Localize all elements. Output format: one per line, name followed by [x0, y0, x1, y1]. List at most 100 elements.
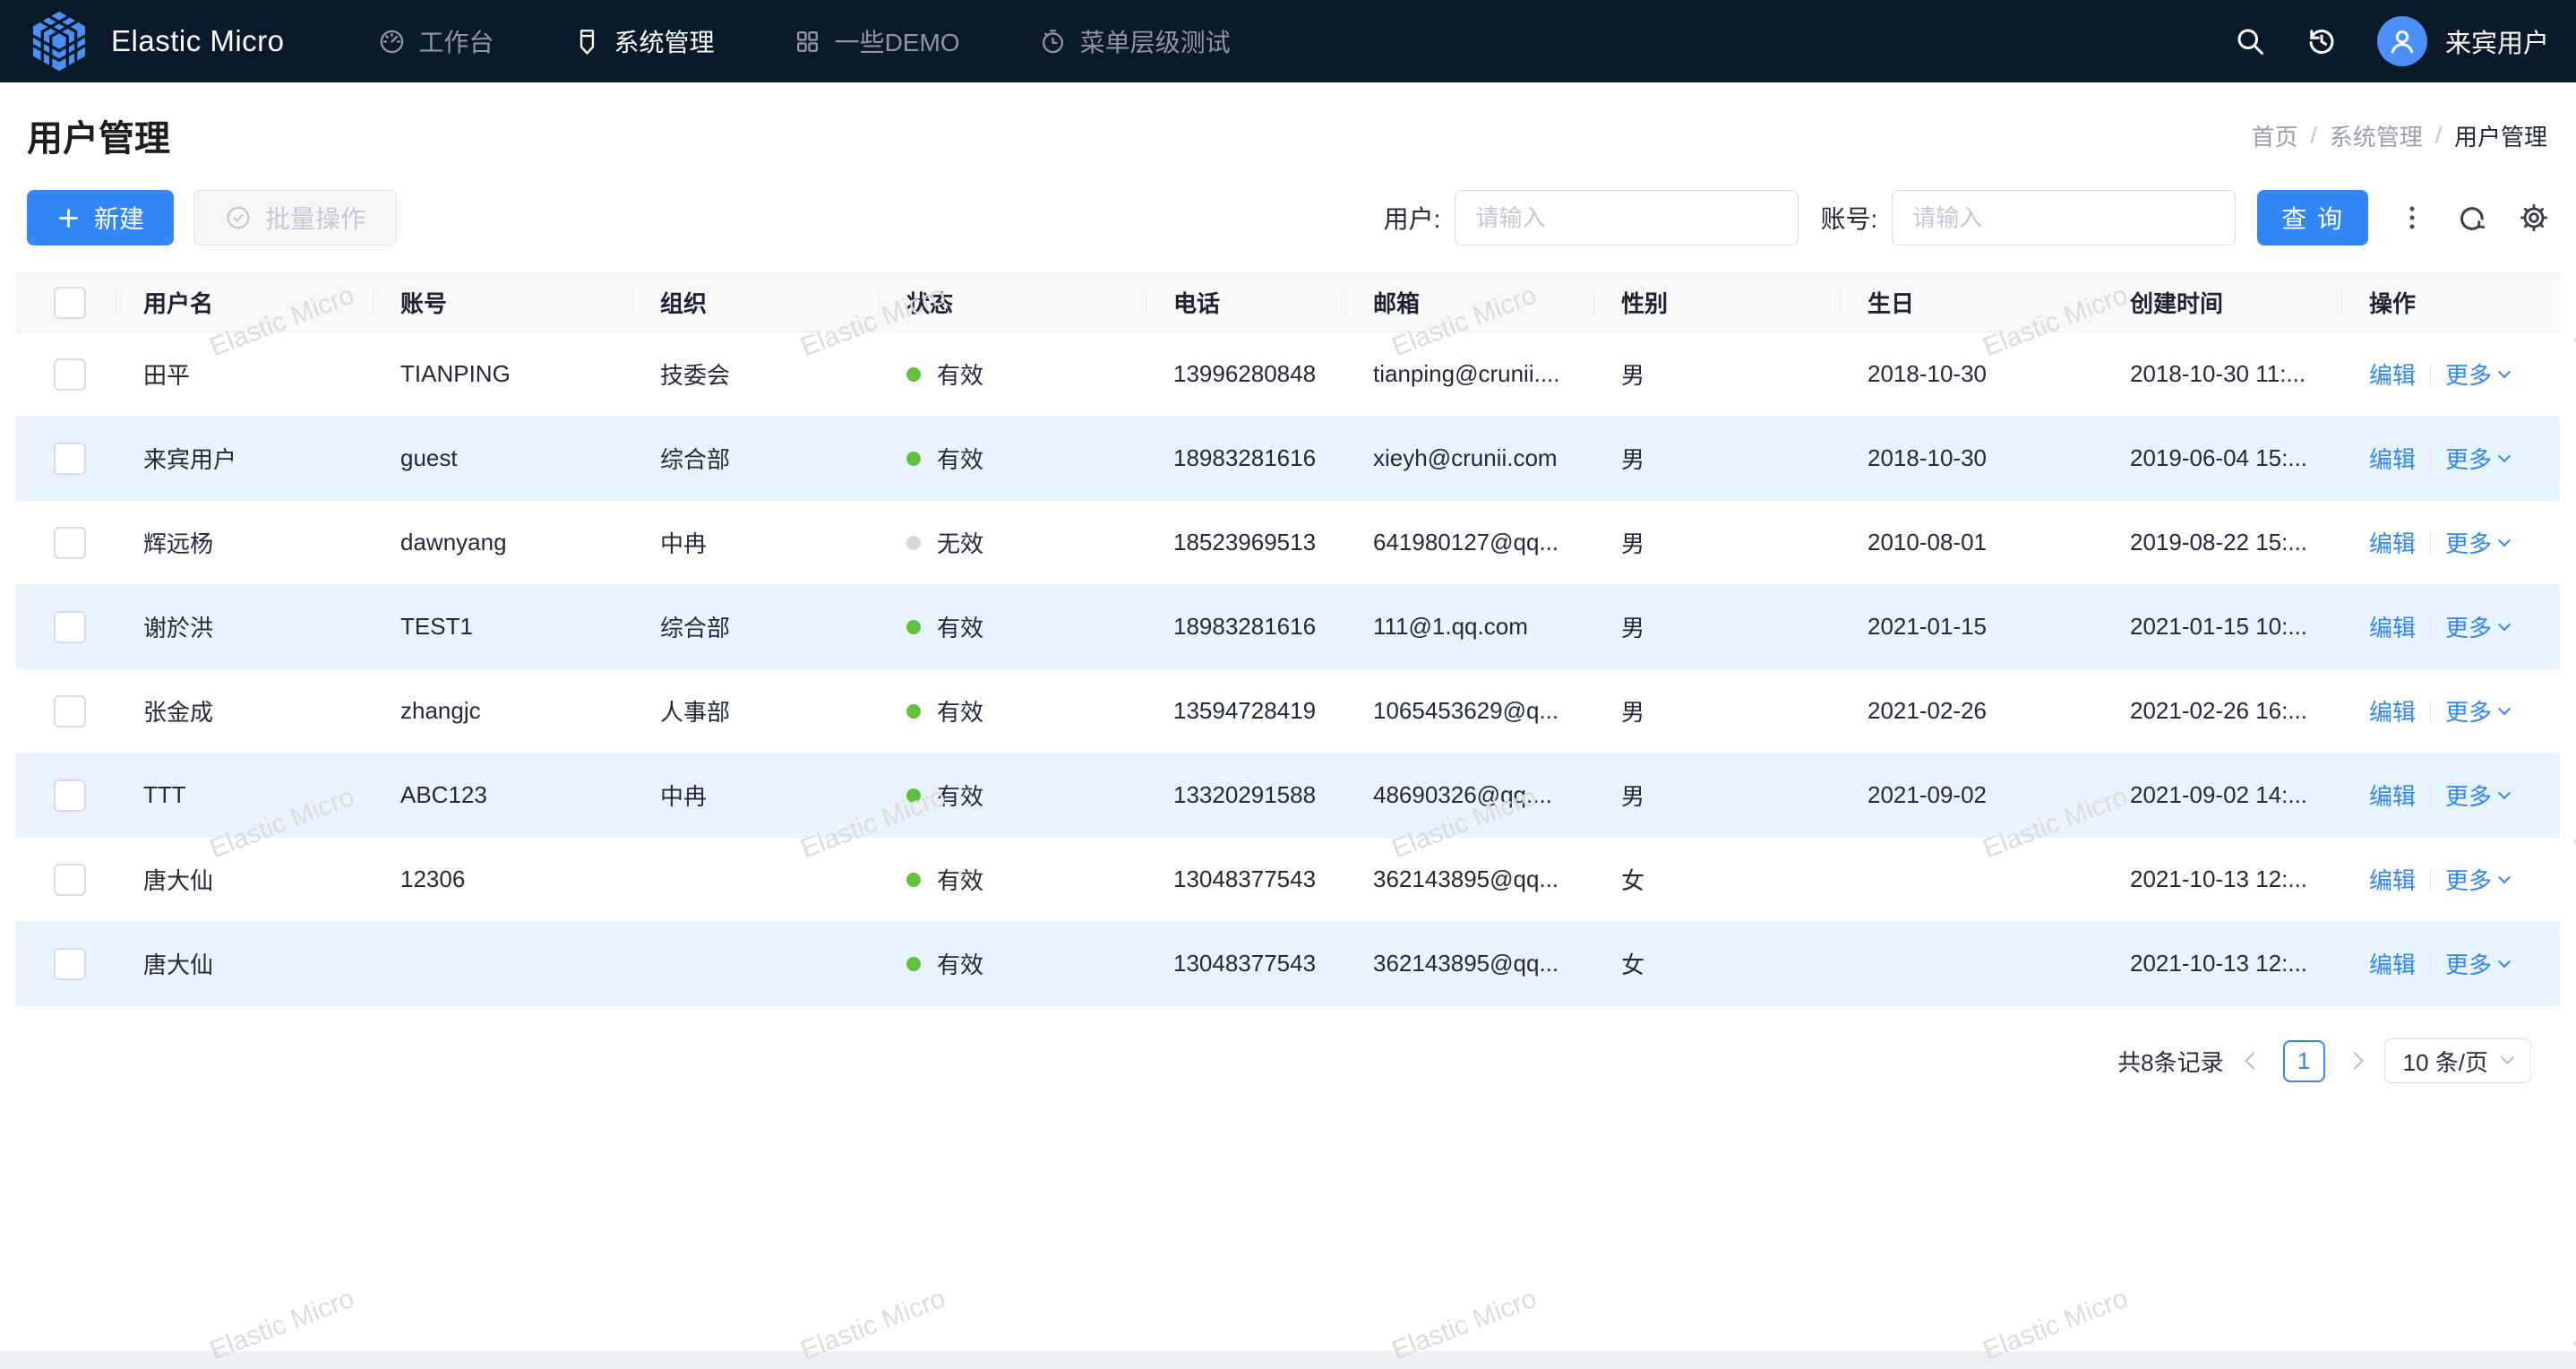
more-dropdown-link[interactable]: 更多: [2445, 947, 2509, 980]
refresh-icon[interactable]: [2458, 202, 2488, 233]
cell-actions: 编辑更多: [2342, 585, 2560, 669]
brand: Elastic Micro: [27, 9, 285, 73]
user-filter-input[interactable]: [1455, 190, 1799, 245]
table-row: 来宾用户guest综合部有效18983281616xieyh@crunii.co…: [16, 417, 2560, 501]
action-divider: [2430, 700, 2431, 723]
more-dropdown-link[interactable]: 更多: [2445, 779, 2509, 812]
cell-email: 641980127@qq...: [1346, 501, 1594, 585]
cell-status: 有效: [880, 332, 1146, 417]
new-button[interactable]: 新建: [27, 190, 174, 245]
nav-item-workbench[interactable]: 工作台: [339, 0, 534, 82]
cell-birthday: 2021-09-02: [1841, 753, 2103, 838]
check-circle-icon: [225, 204, 252, 231]
cell-account: TEST1: [374, 585, 633, 669]
cell-actions: 编辑更多: [2342, 838, 2560, 922]
user-filter-label: 用户:: [1384, 200, 1441, 236]
cell-gender: 男: [1594, 585, 1841, 669]
next-page-button[interactable]: [2346, 1052, 2364, 1070]
edit-link[interactable]: 编辑: [2369, 779, 2416, 812]
user-table: 用户名 账号 组织 状态 电话 邮箱 性别 生日 创建时间 操作 田平TIANP…: [16, 272, 2560, 1083]
cell-email: tianping@crunii....: [1346, 332, 1594, 417]
more-dropdown-link[interactable]: 更多: [2445, 863, 2509, 896]
status-badge: 有效: [906, 863, 1146, 896]
cell-actions: 编辑更多: [2342, 501, 2560, 585]
row-checkbox[interactable]: [54, 611, 86, 643]
row-checkbox[interactable]: [54, 695, 86, 728]
table-row: 张金成zhangjc人事部有效135947284191065453629@q..…: [16, 669, 2560, 753]
cell-birthday: 2018-10-30: [1841, 417, 2103, 501]
edit-link[interactable]: 编辑: [2369, 357, 2416, 391]
cell-username: 唐大仙: [116, 922, 374, 1006]
nav-item-label: 菜单层级测试: [1080, 23, 1231, 59]
cell-checkbox: [16, 922, 116, 1006]
status-label: 有效: [937, 694, 983, 728]
edit-link[interactable]: 编辑: [2369, 947, 2416, 980]
cell-username: 来宾用户: [116, 417, 374, 501]
more-dropdown-link[interactable]: 更多: [2445, 442, 2509, 475]
row-checkbox[interactable]: [54, 948, 86, 980]
cell-organization: [633, 838, 880, 922]
edit-link[interactable]: 编辑: [2369, 442, 2416, 475]
settings-gear-icon[interactable]: [2519, 202, 2549, 233]
row-actions: 编辑更多: [2369, 442, 2560, 475]
status-label: 有效: [937, 442, 983, 475]
query-button[interactable]: 查 询: [2257, 190, 2368, 245]
account-filter-input[interactable]: [1892, 190, 2236, 245]
cell-created: 2018-10-30 11:...: [2103, 332, 2342, 417]
cell-birthday: 2010-08-01: [1841, 501, 2103, 585]
row-checkbox[interactable]: [54, 358, 86, 391]
page-title: 用户管理: [27, 109, 170, 161]
edit-link[interactable]: 编辑: [2369, 694, 2416, 728]
cell-account: zhangjc: [374, 669, 633, 753]
status-badge: 有效: [906, 779, 1146, 812]
col-username: 用户名: [116, 273, 374, 332]
cell-created: 2021-02-26 16:...: [2103, 669, 2342, 753]
cell-phone: 18523969513: [1146, 501, 1346, 585]
page-size-select[interactable]: 10 条/页: [2384, 1038, 2531, 1083]
cell-username: 辉远杨: [116, 501, 374, 585]
chevron-down-icon: [2498, 618, 2511, 631]
row-checkbox[interactable]: [54, 527, 86, 559]
cell-actions: 编辑更多: [2342, 669, 2560, 753]
current-username: 来宾用户: [2445, 22, 2549, 60]
breadcrumb-separator: /: [2311, 122, 2317, 150]
edit-link[interactable]: 编辑: [2369, 526, 2416, 559]
status-badge: 有效: [906, 610, 1146, 643]
row-checkbox[interactable]: [54, 779, 86, 812]
prev-page-button[interactable]: [2245, 1052, 2263, 1070]
cell-checkbox: [16, 332, 116, 417]
cell-created: 2021-09-02 14:...: [2103, 753, 2342, 838]
cell-account: ABC123: [374, 753, 633, 838]
more-dropdown-link[interactable]: 更多: [2445, 694, 2509, 728]
row-checkbox[interactable]: [54, 864, 86, 896]
cell-phone: 18983281616: [1146, 585, 1346, 669]
cell-status: 有效: [880, 585, 1146, 669]
page-number-1[interactable]: 1: [2283, 1040, 2325, 1082]
status-dot-icon: [906, 873, 921, 887]
more-dropdown-link[interactable]: 更多: [2445, 610, 2509, 643]
edit-link[interactable]: 编辑: [2369, 863, 2416, 896]
nav-item-demo[interactable]: 一些DEMO: [754, 0, 1000, 82]
action-divider: [2430, 784, 2431, 807]
select-all-checkbox[interactable]: [54, 287, 86, 319]
more-dropdown-link[interactable]: 更多: [2445, 526, 2509, 559]
nav-item-system-management[interactable]: 系统管理: [534, 0, 754, 82]
nav-item-menu-level-test[interactable]: 菜单层级测试: [1000, 0, 1270, 82]
chevron-down-icon: [2498, 702, 2511, 715]
history-icon[interactable]: [2306, 25, 2338, 57]
row-actions: 编辑更多: [2369, 863, 2560, 896]
batch-operation-button[interactable]: 批量操作: [193, 190, 397, 245]
status-label: 无效: [937, 526, 983, 559]
cell-birthday: 2021-01-15: [1841, 585, 2103, 669]
cell-email: 111@1.qq.com: [1346, 585, 1594, 669]
user-menu[interactable]: 来宾用户: [2377, 16, 2549, 66]
more-vertical-icon[interactable]: [2397, 202, 2427, 233]
search-icon[interactable]: [2234, 25, 2266, 57]
grid-icon: [794, 28, 821, 56]
more-dropdown-link[interactable]: 更多: [2445, 357, 2509, 391]
row-checkbox[interactable]: [54, 443, 86, 475]
status-dot-icon: [906, 452, 921, 466]
breadcrumb-home[interactable]: 首页: [2251, 119, 2297, 152]
edit-link[interactable]: 编辑: [2369, 610, 2416, 643]
breadcrumb-system[interactable]: 系统管理: [2330, 119, 2423, 152]
